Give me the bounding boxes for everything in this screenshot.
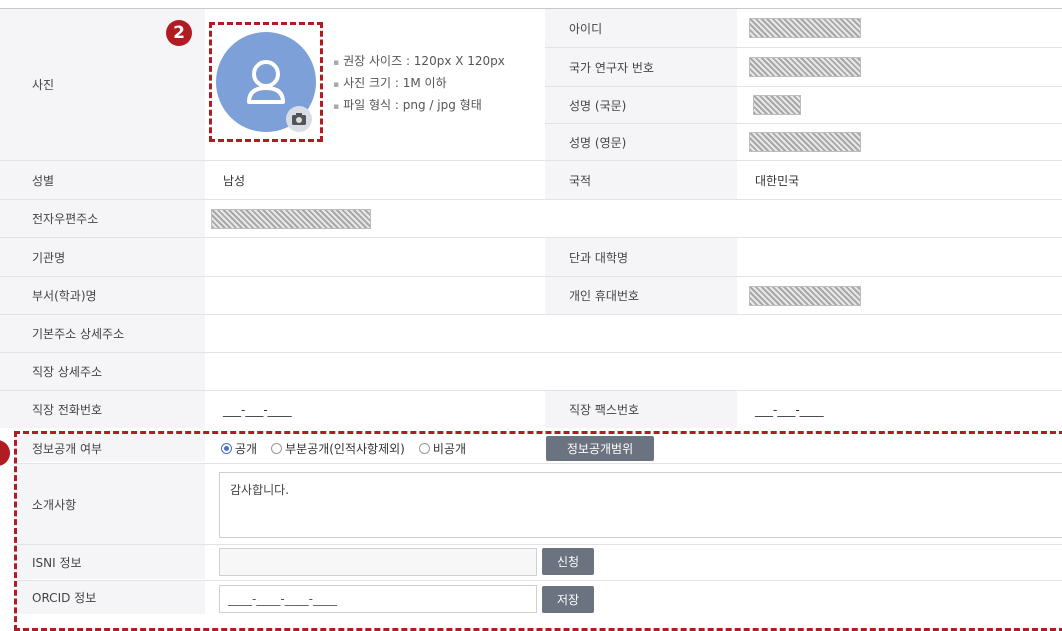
camera-icon[interactable] bbox=[286, 106, 312, 132]
dept-label-cell: 부서(학과)명 bbox=[0, 277, 205, 314]
privacy-options: 공개 부분공개(인적사항제외) 비공개 bbox=[221, 434, 541, 462]
mobile-label-cell: 개인 휴대번호 bbox=[545, 277, 737, 314]
email-label-cell: 전자우편주소 bbox=[0, 200, 205, 237]
hint-item: ▪ 파일 형식 : png / jpg 형태 bbox=[333, 98, 482, 112]
step-badge-cutoff bbox=[0, 440, 10, 466]
hint-item: ▪ 사진 크기 : 1M 이하 bbox=[333, 76, 447, 90]
name-en-label: 성명 (영문) bbox=[569, 135, 627, 150]
orcid-label-cell: ORCID 정보 bbox=[17, 581, 205, 614]
work-fax-label-cell: 직장 팩스번호 bbox=[545, 391, 737, 428]
radio-unchecked-icon bbox=[271, 442, 283, 454]
orcid-input[interactable]: ____-____-____-____ bbox=[219, 585, 537, 613]
intro-textarea[interactable]: 감사합니다. bbox=[219, 472, 1062, 538]
address-label-cell: 기본주소 상세주소 bbox=[0, 315, 205, 352]
college-label: 단과 대학명 bbox=[569, 250, 629, 265]
privacy-label-cell: 정보공개 여부 bbox=[17, 434, 205, 462]
id-label-cell: 아이디 bbox=[545, 9, 737, 47]
isni-label-cell: ISNI 정보 bbox=[17, 545, 205, 579]
orcid-label: ORCID 정보 bbox=[32, 591, 97, 605]
org-label-cell: 기관명 bbox=[0, 238, 205, 276]
privacy-radio-private[interactable]: 비공개 bbox=[418, 440, 466, 457]
radio-unchecked-icon bbox=[418, 442, 430, 454]
address-label: 기본주소 상세주소 bbox=[32, 327, 125, 341]
mobile-label: 개인 휴대번호 bbox=[569, 289, 640, 303]
work-fax-value: ___-___-____ bbox=[755, 402, 824, 417]
work-phone-label-cell: 직장 전화번호 bbox=[0, 391, 205, 428]
researcher-no-label-cell: 국가 연구자 번호 bbox=[545, 48, 737, 86]
privacy-radio-partial[interactable]: 부분공개(인적사항제외) bbox=[271, 440, 405, 457]
isni-label: ISNI 정보 bbox=[32, 555, 82, 570]
redacted-id bbox=[749, 18, 861, 38]
photo-hints: ▪ 권장 사이즈 : 120px X 120px ▪ 사진 크기 : 1M 이하 ▪… bbox=[333, 51, 505, 117]
redacted-researcher-no bbox=[749, 57, 861, 77]
orcid-save-button[interactable]: 저장 bbox=[542, 586, 594, 613]
college-label-cell: 단과 대학명 bbox=[545, 238, 737, 276]
redacted-mobile bbox=[749, 285, 861, 306]
profile-photo-avatar[interactable] bbox=[216, 32, 316, 132]
gender-label: 성별 bbox=[32, 173, 55, 188]
radio-checked-icon bbox=[221, 442, 232, 454]
gender-value: 남성 bbox=[223, 173, 246, 188]
name-kr-label-cell: 성명 (국문) bbox=[545, 87, 737, 123]
nationality-label-cell: 국적 bbox=[545, 161, 737, 199]
privacy-radio-public[interactable]: 공개 bbox=[221, 440, 257, 457]
intro-label-cell: 소개사항 bbox=[17, 464, 205, 544]
hint-item: ▪ 권장 사이즈 : 120px X 120px bbox=[333, 54, 505, 68]
id-value bbox=[737, 9, 1062, 47]
work-address-label: 직장 상세주소 bbox=[32, 365, 103, 379]
dept-label: 부서(학과)명 bbox=[32, 289, 97, 303]
photo-label: 사진 bbox=[32, 78, 55, 92]
privacy-label: 정보공개 여부 bbox=[32, 441, 103, 456]
redacted-name-en bbox=[749, 132, 861, 152]
work-phone-label: 직장 전화번호 bbox=[32, 403, 103, 417]
nationality-label: 국적 bbox=[569, 173, 592, 188]
name-kr-value bbox=[737, 87, 1062, 123]
researcher-no-value bbox=[737, 48, 1062, 86]
name-kr-label: 성명 (국문) bbox=[569, 98, 627, 113]
email-label: 전자우편주소 bbox=[32, 212, 99, 226]
researcher-no-label: 국가 연구자 번호 bbox=[569, 60, 654, 75]
isni-apply-button[interactable]: 신청 bbox=[542, 548, 594, 575]
gender-label-cell: 성별 bbox=[0, 161, 205, 199]
name-en-label-cell: 성명 (영문) bbox=[545, 124, 737, 160]
work-phone-value: ___-___-____ bbox=[223, 402, 292, 417]
work-fax-label: 직장 팩스번호 bbox=[569, 403, 640, 417]
redacted-name-kr bbox=[753, 95, 801, 115]
email-value bbox=[205, 200, 1062, 237]
name-en-value bbox=[737, 124, 1062, 160]
redacted-email bbox=[211, 208, 371, 229]
privacy-scope-button[interactable]: 정보공개범위 bbox=[546, 436, 654, 461]
step-badge-2: 2 bbox=[166, 20, 192, 46]
id-label: 아이디 bbox=[569, 21, 603, 36]
mobile-value bbox=[737, 277, 1062, 314]
isni-input[interactable] bbox=[219, 548, 537, 576]
intro-label: 소개사항 bbox=[32, 497, 77, 512]
work-address-label-cell: 직장 상세주소 bbox=[0, 353, 205, 390]
nationality-value: 대한민국 bbox=[755, 173, 800, 188]
org-label: 기관명 bbox=[32, 250, 66, 265]
